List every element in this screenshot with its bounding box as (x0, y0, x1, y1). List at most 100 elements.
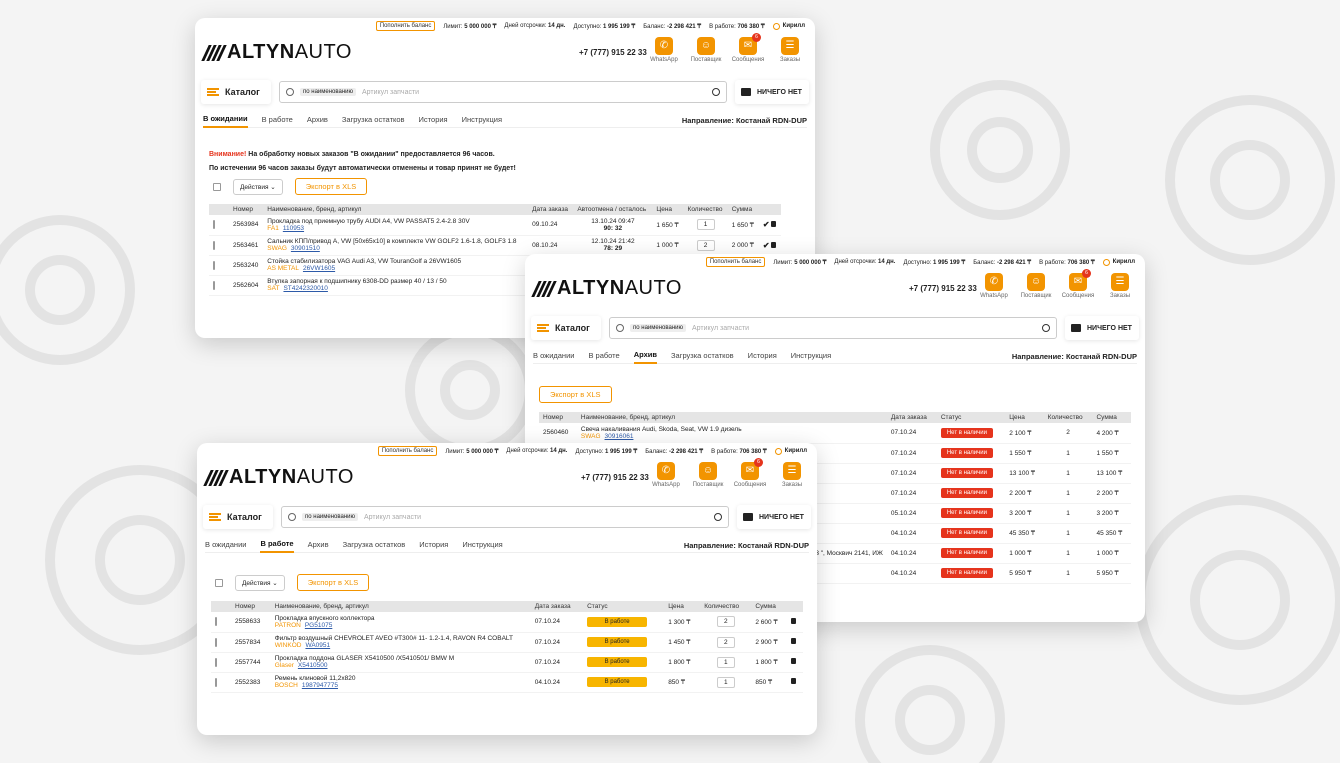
export-xls-button[interactable]: Экспорт в XLS (296, 574, 370, 591)
tab-history[interactable]: История (748, 351, 777, 363)
tab-pending[interactable]: В ожидании (205, 540, 246, 552)
quantity-field[interactable]: 2 (696, 239, 715, 251)
search-bar[interactable]: по наименованию Артикул запчасти (281, 506, 729, 528)
cart-button[interactable]: НИЧЕГО НЕТ (735, 80, 809, 104)
search-mode-chip[interactable]: по наименованию (630, 324, 686, 332)
tab-stock-upload[interactable]: Загрузка остатков (342, 115, 405, 127)
phone-number[interactable]: +7 (777) 915 22 33 (909, 284, 977, 293)
article-link[interactable]: 26VW1605 (303, 265, 335, 272)
tab-stock-upload[interactable]: Загрузка остатков (671, 351, 734, 363)
article-link[interactable]: 30901510 (291, 245, 320, 252)
row-checkbox[interactable] (215, 657, 217, 667)
article-link[interactable]: X5410500 (298, 662, 328, 669)
whatsapp-button[interactable]: ✆ WhatsApp (651, 462, 681, 488)
history-icon[interactable] (616, 324, 624, 332)
quantity-field[interactable]: 2 (716, 636, 735, 648)
row-checkbox[interactable] (213, 240, 215, 250)
tab-instructions[interactable]: Инструкция (462, 115, 502, 127)
row-checkbox[interactable] (213, 220, 215, 230)
orders-button[interactable]: ☰ Заказы (777, 462, 807, 488)
trash-icon[interactable] (771, 241, 777, 248)
user-menu[interactable]: Кирилл (772, 22, 805, 30)
tab-history[interactable]: История (419, 115, 448, 127)
quantity-field[interactable]: 1 (716, 676, 735, 688)
whatsapp-button[interactable]: ✆ WhatsApp (979, 273, 1009, 299)
trash-icon[interactable] (791, 617, 797, 624)
logo[interactable]: ALTYN AUTO (201, 41, 352, 64)
tab-in-work[interactable]: В работе (262, 115, 293, 127)
tab-archive[interactable]: Архив (307, 115, 328, 127)
article-link[interactable]: WA0951 (305, 642, 330, 649)
history-icon[interactable] (288, 513, 296, 521)
quantity-field[interactable]: 1 (716, 656, 735, 668)
user-menu[interactable]: Кирилл (1102, 258, 1135, 266)
messages-button[interactable]: ✉ 6 Сообщения (732, 33, 764, 63)
topup-button[interactable]: Пополнить баланс (377, 446, 438, 456)
actions-dropdown[interactable]: Действия ⌄ (235, 574, 285, 591)
supplier-button[interactable]: ☺ Поставщик (1021, 273, 1051, 299)
topup-button[interactable]: Пополнить баланс (375, 21, 436, 31)
search-icon[interactable] (712, 88, 720, 96)
select-all-checkbox[interactable] (215, 578, 223, 587)
search-bar[interactable]: по наименованию Артикул запчасти (279, 81, 727, 103)
logo[interactable]: ALTYN AUTO (531, 277, 682, 300)
catalog-button[interactable]: Каталог (203, 505, 273, 529)
cart-button[interactable]: НИЧЕГО НЕТ (737, 505, 811, 529)
article-link[interactable]: 1987947775 (302, 682, 338, 689)
search-icon[interactable] (714, 513, 722, 521)
phone-number[interactable]: +7 (777) 915 22 33 (581, 473, 649, 482)
quantity-field[interactable]: 1 (696, 219, 715, 231)
catalog-button[interactable]: Каталог (531, 316, 601, 340)
export-xls-button[interactable]: Экспорт в XLS (539, 386, 612, 403)
row-checkbox[interactable] (215, 677, 217, 687)
search-mode-chip[interactable]: по наименованию (300, 88, 356, 96)
export-xls-button[interactable]: Экспорт в XLS (294, 178, 368, 195)
row-checkbox[interactable] (215, 617, 217, 627)
tab-archive[interactable]: Архив (308, 540, 329, 552)
row-checkbox[interactable] (215, 637, 217, 647)
trash-icon[interactable] (791, 638, 797, 644)
cart-button[interactable]: НИЧЕГО НЕТ (1065, 316, 1139, 340)
select-all-checkbox[interactable] (213, 182, 221, 191)
whatsapp-button[interactable]: ✆ WhatsApp (649, 37, 679, 63)
tab-instructions[interactable]: Инструкция (791, 351, 831, 363)
article-link[interactable]: 110953 (283, 225, 304, 232)
search-input[interactable]: Артикул запчасти (692, 325, 1036, 332)
logo[interactable]: ALTYN AUTO (203, 466, 354, 489)
user-menu[interactable]: Кирилл (774, 447, 807, 455)
article-link[interactable]: ST4242320010 (283, 285, 327, 292)
messages-button[interactable]: ✉ 6 Сообщения (734, 458, 766, 488)
tab-archive[interactable]: Архив (633, 350, 658, 364)
history-icon[interactable] (286, 88, 294, 96)
tab-instructions[interactable]: Инструкция (462, 540, 502, 552)
orders-button[interactable]: ☰ Заказы (775, 37, 805, 63)
tab-in-work[interactable]: В работе (260, 539, 294, 553)
trash-icon[interactable] (791, 678, 797, 684)
topup-button[interactable]: Пополнить баланс (705, 257, 766, 267)
table-row[interactable]: 2563461 Сальник КПП/привод A, VW [50x65x… (209, 235, 781, 256)
search-input[interactable]: Артикул запчасти (364, 514, 708, 521)
supplier-button[interactable]: ☺ Поставщик (693, 462, 723, 488)
article-link[interactable]: PG51075 (305, 622, 332, 629)
table-row[interactable]: 2563984 Прокладка под приемную трубу AUD… (209, 215, 781, 236)
confirm-icon[interactable]: ✔ (763, 241, 770, 250)
table-row[interactable]: 2552383 Ремень клиновой 11,2x820 BOSCH 1987… (211, 672, 803, 693)
trash-icon[interactable] (791, 658, 797, 664)
table-row[interactable]: 2560460 Свеча накаливания Audi, Skoda, Se… (539, 423, 1131, 444)
tab-history[interactable]: История (419, 540, 448, 552)
quantity-field[interactable]: 2 (716, 616, 735, 628)
catalog-button[interactable]: Каталог (201, 80, 271, 104)
phone-number[interactable]: +7 (777) 915 22 33 (579, 48, 647, 57)
supplier-button[interactable]: ☺ Поставщик (691, 37, 721, 63)
row-checkbox[interactable] (213, 260, 215, 270)
confirm-icon[interactable]: ✔ (763, 220, 770, 229)
actions-dropdown[interactable]: Действия ⌄ (233, 178, 283, 195)
orders-button[interactable]: ☰ Заказы (1105, 273, 1135, 299)
table-row[interactable]: 2557834 Фильтр воздушный CHEVROLET AVEO #… (211, 632, 803, 653)
table-row[interactable]: 2557744 Прокладка поддона GLASER X5410500… (211, 652, 803, 673)
row-checkbox[interactable] (213, 280, 215, 290)
article-link[interactable]: 30916061 (605, 433, 634, 440)
search-mode-chip[interactable]: по наименованию (302, 513, 358, 521)
search-input[interactable]: Артикул запчасти (362, 89, 706, 96)
table-row[interactable]: 2558633 Прокладка впускного коллектора PAT… (211, 612, 803, 633)
